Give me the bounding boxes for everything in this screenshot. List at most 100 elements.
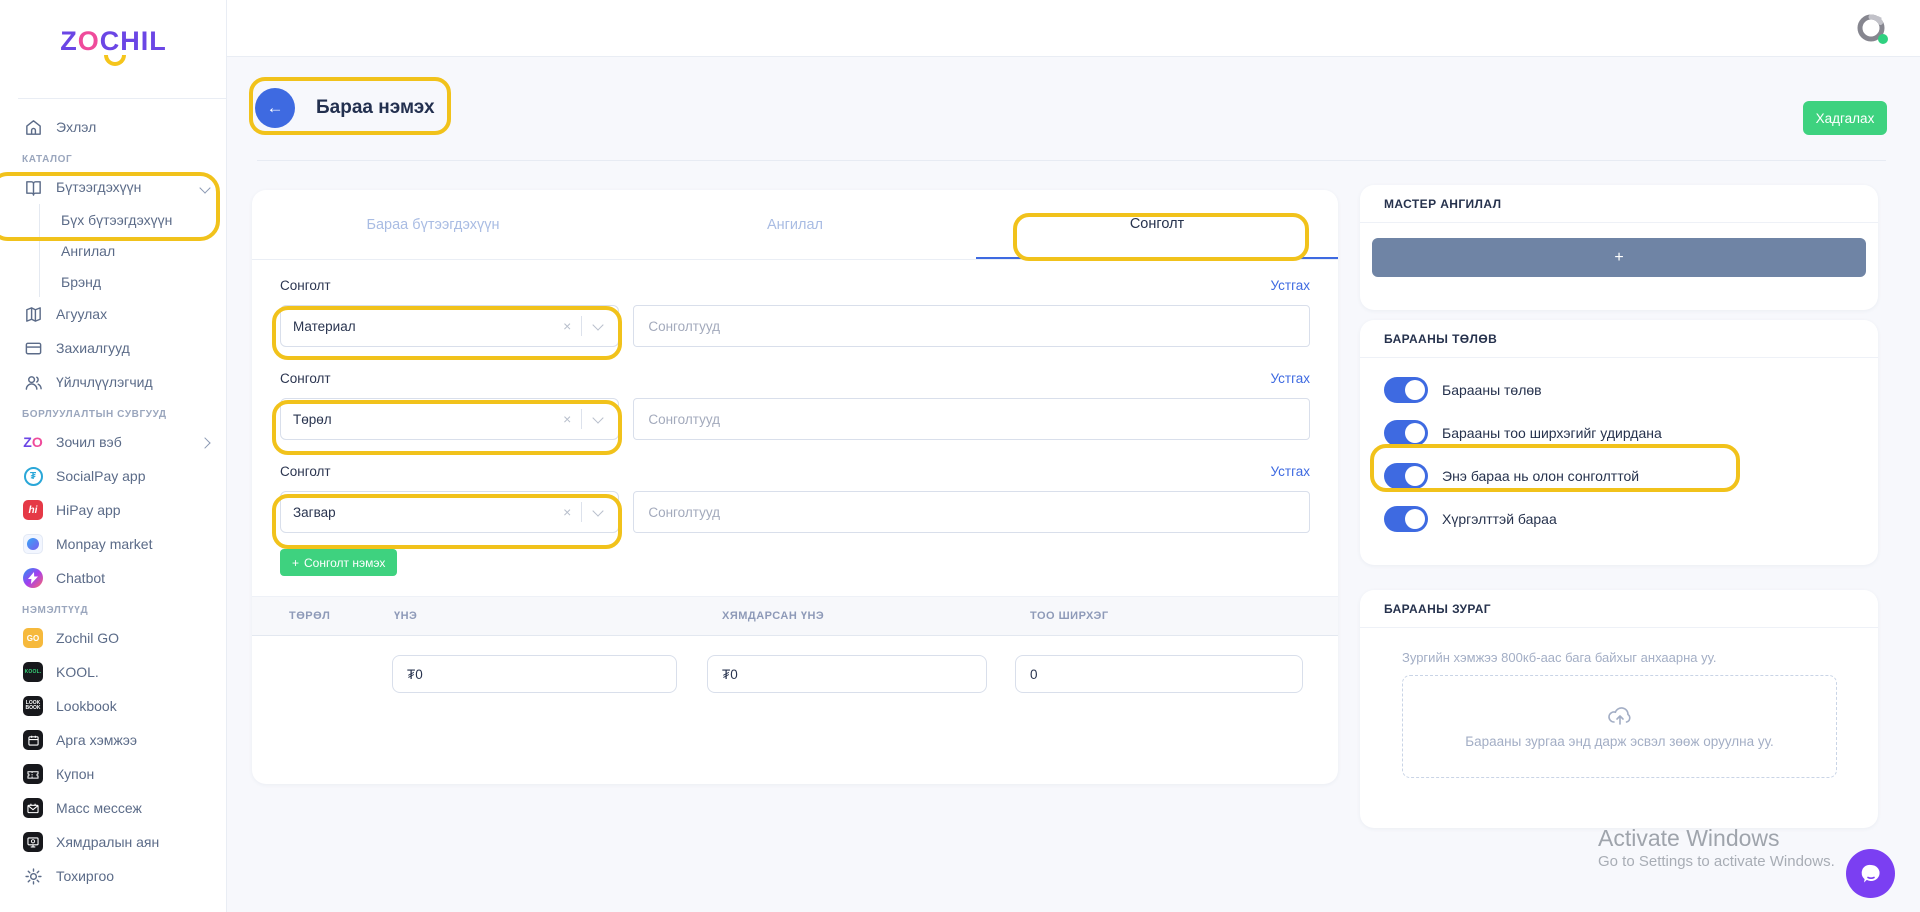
activate-windows-subtext: Go to Settings to activate Windows. [1598, 853, 1835, 870]
logo-smile-icon [104, 55, 126, 66]
sidebar-item[interactable]: Үйлчлүүлэгчид [0, 365, 227, 399]
sidebar-item-label: Агуулах [56, 306, 108, 322]
product-status-title: БАРААНЫ ТӨЛӨВ [1360, 320, 1878, 358]
sidebar-item-label: Эхлэл [56, 119, 97, 135]
sale-price-input[interactable] [707, 655, 987, 693]
option-type-select[interactable]: Төрөл × [280, 398, 620, 440]
clear-icon[interactable]: × [553, 504, 581, 520]
status-toggle-row: Энэ бараа нь олон сонголттой [1384, 454, 1854, 497]
sidebar: ZOCHIL Эхлэл КАТАЛОГ Бүтээгдэхүүн Бүх бүтээ… [0, 0, 227, 912]
option-label: Сонголт [280, 278, 331, 293]
sidebar-subitem[interactable]: Бүх бүтээгдэхүүн [39, 204, 227, 235]
save-button[interactable]: Хадгалах [1803, 101, 1887, 135]
topbar [227, 0, 1920, 57]
chatbot-icon [22, 567, 44, 589]
sidebar-item[interactable]: Масс мессеж [0, 791, 227, 825]
variant-column-header: ТӨРӨЛ [289, 610, 331, 622]
image-dropzone[interactable]: Барааны зургаа энд дарж эсвэл зөөж оруул… [1402, 675, 1837, 778]
delete-option-link[interactable]: Устгах [1271, 464, 1311, 479]
sidebar-menu: Эхлэл КАТАЛОГ Бүтээгдэхүүн Бүх бүтээгдэхүүн… [0, 110, 227, 893]
sidebar-subitem-label: Брэнд [61, 273, 102, 290]
chat-bubble-icon [1861, 864, 1880, 882]
chat-widget-button[interactable] [1846, 849, 1895, 898]
tab-category[interactable]: Ангилал [614, 190, 976, 259]
back-button[interactable]: ← [255, 88, 295, 128]
option-values-input[interactable] [633, 491, 1310, 533]
tab-bar: Бараа бүтээгдэхүүн Ангилал Сонголт [252, 190, 1338, 260]
master-category-title: МАСТЕР АНГИЛАЛ [1360, 185, 1878, 223]
toggle-switch-on[interactable] [1384, 505, 1428, 532]
map-icon [22, 303, 44, 325]
sidebar-section-label: КАТАЛОГ [22, 154, 73, 165]
sidebar-subitem[interactable]: Брэнд [39, 266, 227, 297]
hipay-icon: hi [22, 499, 44, 521]
quantity-input[interactable] [1015, 655, 1303, 693]
delete-option-link[interactable]: Устгах [1271, 278, 1311, 293]
sidebar-item[interactable]: ZO Зочил вэб [0, 425, 227, 459]
dropzone-text: Барааны зургаа энд дарж эсвэл зөөж оруул… [1465, 733, 1774, 749]
toggle-knob [1405, 379, 1425, 400]
toggle-switch-on[interactable] [1384, 462, 1428, 489]
sidebar-item[interactable]: Агуулах [0, 297, 227, 331]
price-input[interactable] [392, 655, 677, 693]
add-master-category-button[interactable]: + [1372, 238, 1866, 277]
sidebar-item[interactable]: Monpay market [0, 527, 227, 561]
socialpay-icon: ₮ [22, 465, 44, 487]
chevron-down-icon[interactable] [582, 316, 606, 334]
option-label-row: Сонголт Устгах [280, 278, 1310, 293]
option-values-input[interactable] [633, 398, 1310, 440]
sidebar-item[interactable]: LOOK BOOK Lookbook [0, 689, 227, 723]
sidebar-item[interactable]: Эхлэл [0, 110, 227, 144]
option-values-input[interactable] [633, 305, 1310, 347]
sidebar-item[interactable]: Хямдралын аян [0, 825, 227, 859]
header-divider [257, 160, 1886, 161]
clear-icon[interactable]: × [553, 318, 581, 334]
clear-icon[interactable]: × [553, 411, 581, 427]
online-status-dot [1878, 34, 1888, 44]
option-label: Сонголт [280, 464, 331, 479]
sidebar-item[interactable]: hi HiPay app [0, 493, 227, 527]
toggle-label: Хүргэлттэй бараа [1442, 510, 1557, 527]
sidebar-item[interactable]: Chatbot [0, 561, 227, 595]
toggle-label: Барааны төлөв [1442, 381, 1542, 398]
sidebar-item-label: Monpay market [56, 536, 153, 552]
toggle-switch-on[interactable] [1384, 376, 1428, 403]
card-icon [22, 337, 44, 359]
option-type-select[interactable]: Материал × [280, 305, 620, 347]
sidebar-section-label: НЭМЭЛТҮҮД [22, 605, 89, 616]
sidebar-item[interactable]: GO Zochil GO [0, 621, 227, 655]
toggle-switch-on[interactable] [1384, 419, 1428, 446]
sidebar-item[interactable]: Захиалгууд [0, 331, 227, 365]
zochil-go-icon: GO [22, 627, 44, 649]
sidebar-item-label: Үйлчлүүлэгчид [56, 374, 153, 390]
users-icon [22, 371, 44, 393]
gear-icon [22, 865, 44, 887]
chevron-down-icon[interactable] [582, 502, 606, 520]
lookbook-icon: LOOK BOOK [22, 695, 44, 717]
sidebar-item[interactable]: Арга хэмжээ [0, 723, 227, 757]
sidebar-item[interactable]: KOOL. KOOL. [0, 655, 227, 689]
add-option-button[interactable]: + Сонголт нэмэх [280, 549, 398, 576]
option-label: Сонголт [280, 371, 331, 386]
sidebar-item-label: Бүтээгдэхүүн [56, 179, 142, 195]
sidebar-item[interactable]: ₮ SocialPay app [0, 459, 227, 493]
sidebar-subitem[interactable]: Ангилал [39, 235, 227, 266]
chevron-down-icon[interactable] [582, 409, 606, 427]
status-toggle-row: Хүргэлттэй бараа [1384, 497, 1854, 540]
option-controls-row: Материал × [280, 305, 1310, 347]
delete-option-link[interactable]: Устгах [1271, 371, 1311, 386]
tab-product-info[interactable]: Бараа бүтээгдэхүүн [252, 190, 614, 259]
sidebar-subitem-label: Ангилал [61, 242, 116, 259]
tab-options[interactable]: Сонголт [976, 190, 1338, 259]
cloud-upload-icon [1607, 706, 1630, 725]
sidebar-item[interactable]: Бүтээгдэхүүн [0, 170, 227, 204]
sidebar-item-label: Арга хэмжээ [56, 732, 138, 748]
avatar[interactable] [1856, 13, 1888, 44]
toggle-label: Энэ бараа нь олон сонголттой [1442, 467, 1640, 484]
sidebar-item-label: SocialPay app [56, 468, 146, 484]
sidebar-item-label: Купон [56, 766, 95, 782]
toggle-knob [1405, 508, 1425, 529]
option-type-select[interactable]: Загвар × [280, 491, 620, 533]
sidebar-item[interactable]: Тохиргоо [0, 859, 227, 893]
sidebar-item[interactable]: Купон [0, 757, 227, 791]
